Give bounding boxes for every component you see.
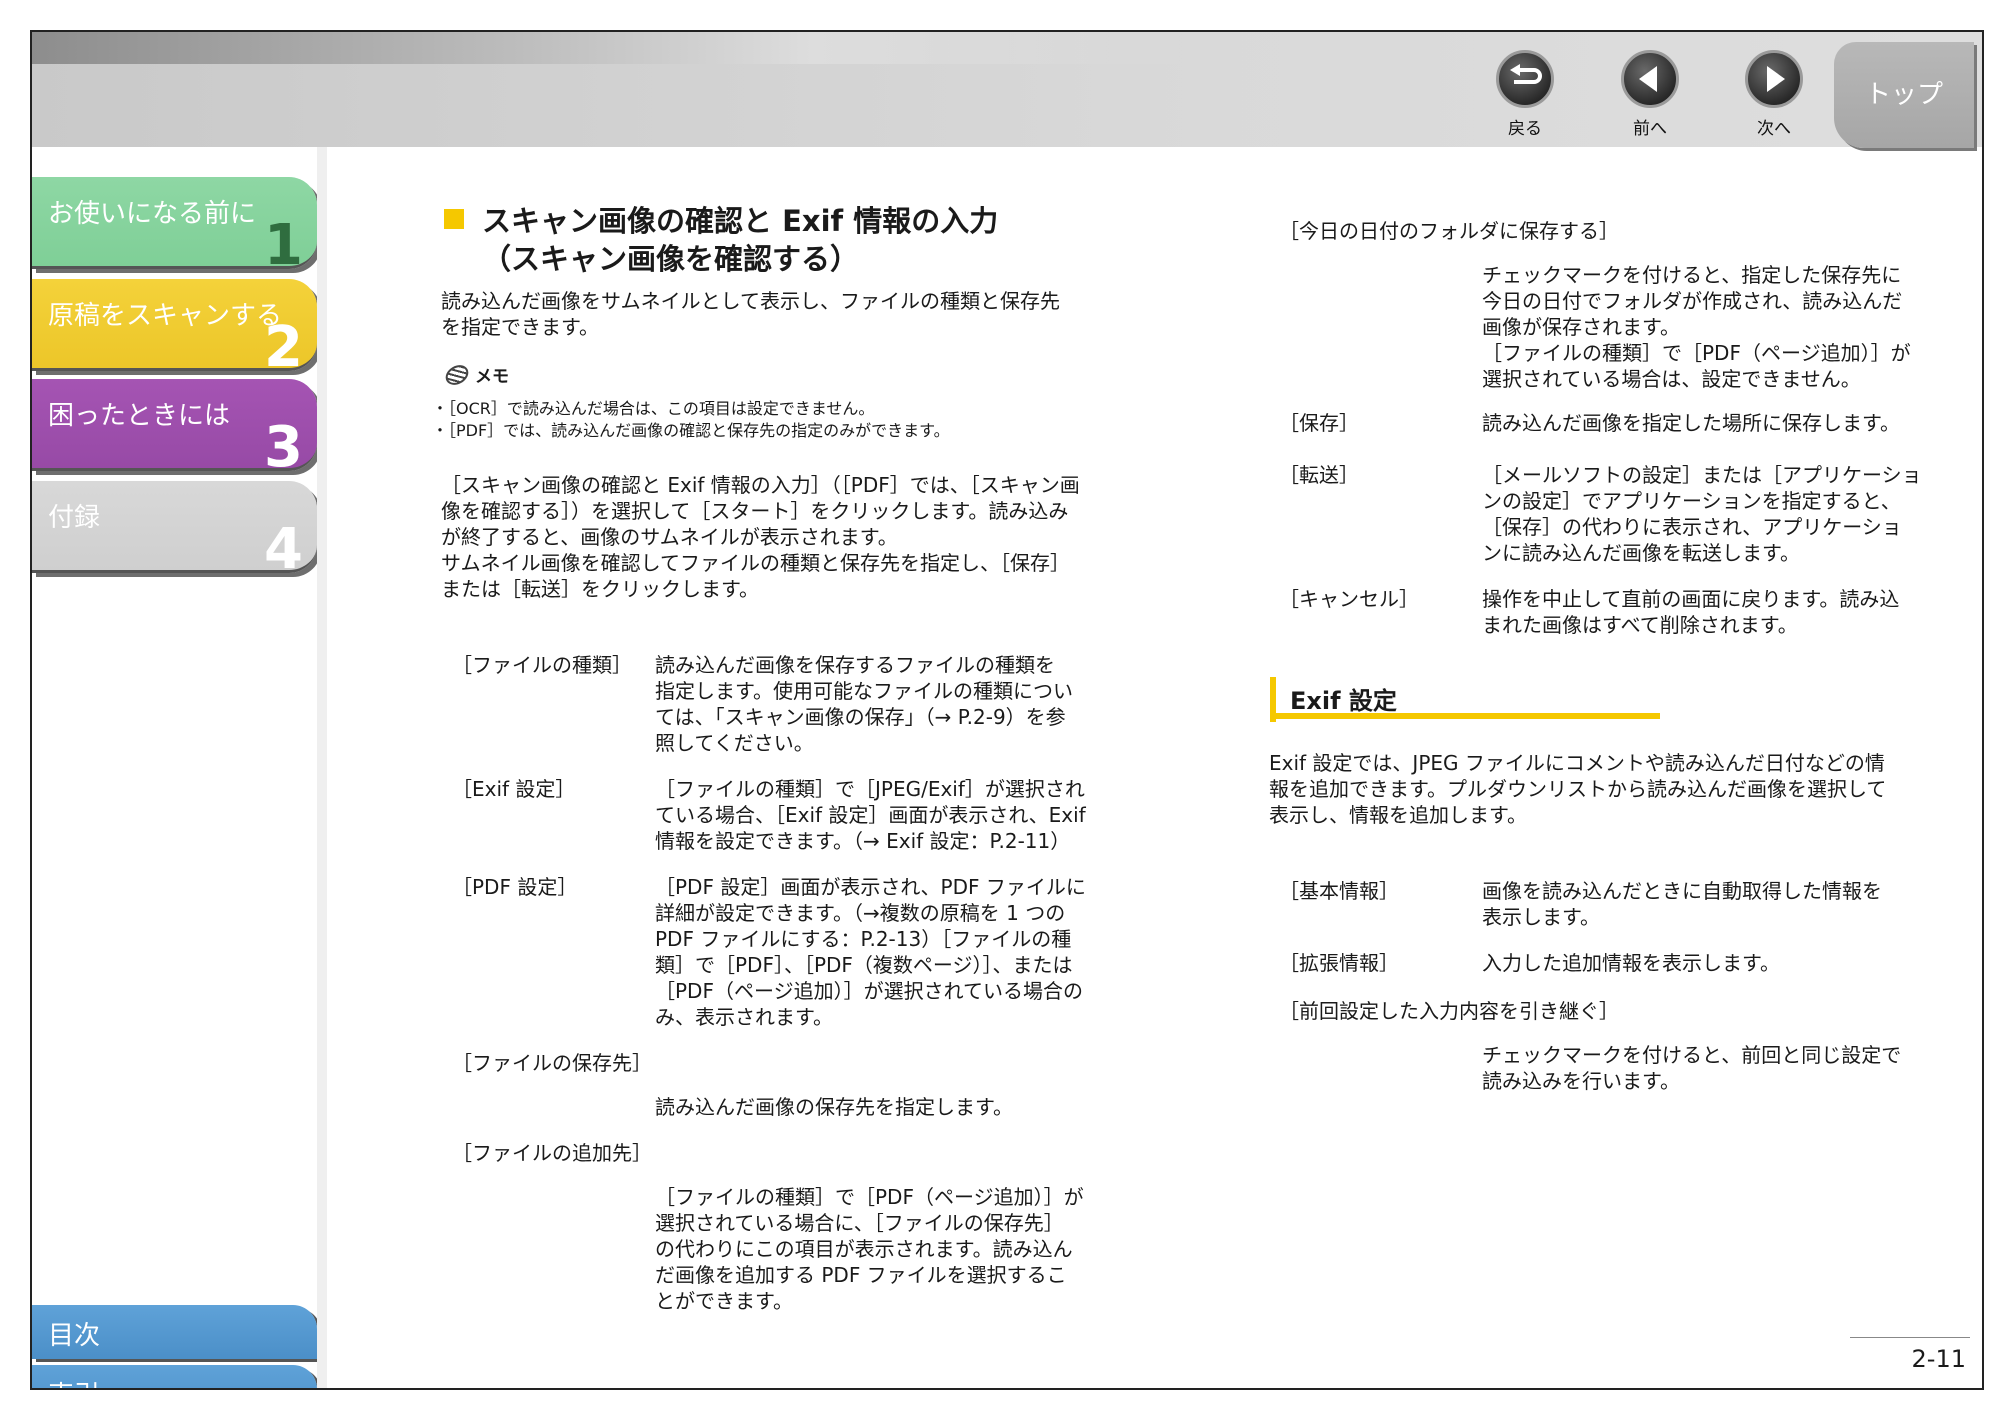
memo-item: ・［PDF］では、読み込んだ画像の確認と保存先の指定のみができます。: [432, 421, 950, 440]
term-desc: 操作を中止して直前の画面に戻ります。読み込 まれた画像はすべて削除されます。: [1482, 586, 1899, 638]
page-number-rule: [1850, 1337, 1970, 1338]
term-inherit-previous: ［前回設定した入力内容を引き継ぐ］: [1279, 999, 1619, 1023]
text-line: チェックマークを付けると、前回と同じ設定で: [1482, 1043, 1902, 1067]
term-save: ［保存］: [1279, 411, 1359, 435]
text-line: ［ファイルの種類］で［JPEG/Exif］が選択され: [655, 777, 1085, 801]
term-save-today-folder: ［今日の日付のフォルダに保存する］: [1279, 219, 1619, 243]
title-line-2: （スキャン画像を確認する）: [482, 242, 860, 276]
term-desc: 画像を読み込んだときに自動取得した情報を 表示します。: [1482, 878, 1882, 930]
text-line: 読み込みを行います。: [1482, 1069, 1680, 1093]
term-transfer: ［転送］: [1279, 463, 1359, 487]
text-line: 照してください。: [655, 731, 814, 755]
text-line: 情報を設定できます。（→ Exif 設定：P.2-11）: [655, 829, 1071, 853]
text-line: まれた画像はすべて削除されます。: [1482, 613, 1798, 637]
text-line: 操作を中止して直前の画面に戻ります。読み込: [1482, 587, 1900, 611]
text-line: ［メールソフトの設定］または［アプリケーショ: [1482, 463, 1922, 487]
text-line: 類］で［PDF］、［PDF（複数ページ）］、または: [655, 953, 1073, 977]
memo-heading: メモ: [442, 361, 509, 389]
title-line-1: スキャン画像の確認と Exif 情報の入力: [482, 204, 999, 238]
text-line: 読み込んだ画像を保存するファイルの種類を: [655, 653, 1055, 677]
yellow-square-icon: [444, 209, 464, 229]
memo-label: メモ: [475, 367, 509, 387]
text-line: ［ファイルの種類］で［PDF（ページ追加）］が: [1482, 341, 1911, 365]
memo-list: ・［OCR］で読み込んだ場合は、この項目は設定できません。 ・［PDF］では、読…: [432, 398, 950, 442]
section-title: スキャン画像の確認と Exif 情報の入力 （スキャン画像を確認する）: [444, 202, 998, 278]
text-line: Exif 設定では、JPEG ファイルにコメントや読み込んだ日付などの情: [1269, 751, 1885, 775]
term-extended-info: ［拡張情報］: [1279, 951, 1399, 975]
text-line: 表示します。: [1482, 905, 1600, 929]
pencil-icon: [442, 361, 472, 389]
term-desc: チェックマークを付けると、指定した保存先に 今日の日付でフォルダが作成され、読み…: [1482, 262, 1911, 392]
text-line: または［転送］をクリックします。: [441, 577, 759, 601]
term-basic-info: ［基本情報］: [1279, 879, 1399, 903]
text-line: 今日の日付でフォルダが作成され、読み込んだ: [1482, 289, 1903, 313]
text-line: とができます。: [655, 1289, 793, 1313]
text-line: サムネイル画像を確認してファイルの種類と保存先を指定し、［保存］: [441, 551, 1070, 575]
exif-paragraph: Exif 設定では、JPEG ファイルにコメントや読み込んだ日付などの情 報を追…: [1269, 750, 1886, 828]
text-line: が終了すると、画像のサムネイルが表示されます。: [441, 525, 898, 549]
text-line: 読み込んだ画像を指定した場所に保存します。: [1482, 411, 1900, 435]
text-line: ［ファイルの種類］で［PDF（ページ追加）］が: [655, 1185, 1084, 1209]
text-line: 読み込んだ画像をサムネイルとして表示し、ファイルの種類と保存先: [441, 289, 1060, 313]
text-line: 選択されている場合に、［ファイルの保存先］: [655, 1211, 1064, 1235]
intro-paragraph: 読み込んだ画像をサムネイルとして表示し、ファイルの種類と保存先 を指定できます。: [441, 288, 1060, 340]
text-line: 報を追加できます。プルダウンリストから読み込んだ画像を選択して: [1269, 777, 1887, 801]
text-line: ［保存］の代わりに表示され、アプリケーショ: [1482, 515, 1902, 539]
term-exif-settings: ［Exif 設定］: [452, 777, 576, 801]
text-line: を指定できます。: [441, 315, 599, 339]
text-line: み、表示されます。: [655, 1005, 833, 1029]
term-add-location: ［ファイルの追加先］: [452, 1141, 652, 1165]
exif-title-underline: [1270, 713, 1660, 719]
term-desc: 読み込んだ画像を指定した場所に保存します。: [1482, 410, 1900, 436]
body-paragraph: ［スキャン画像の確認と Exif 情報の入力］（［PDF］では、［スキャン画 像…: [441, 472, 1080, 602]
term-desc: ［ファイルの種類］で［JPEG/Exif］が選択され ている場合、［Exif 設…: [655, 776, 1086, 854]
page-frame: 戻る 前へ 次へ トップ お使いになる前に 1 原稿をスキャンする 2 困ったと…: [30, 30, 1984, 1390]
text-line: だ画像を追加する PDF ファイルを選択するこ: [655, 1263, 1067, 1287]
text-line: ［PDF 設定］画面が表示され、PDF ファイルに: [655, 875, 1086, 899]
text-line: 指定します。使用可能なファイルの種類につい: [655, 679, 1073, 703]
term-desc: 入力した追加情報を表示します。: [1482, 950, 1780, 976]
term-save-location: ［ファイルの保存先］: [452, 1051, 652, 1075]
term-desc: ［PDF 設定］画面が表示され、PDF ファイルに 詳細が設定できます。（→複数…: [655, 874, 1086, 1030]
text-line: 画像が保存されます。: [1482, 315, 1680, 339]
page-content: スキャン画像の確認と Exif 情報の入力 （スキャン画像を確認する） 読み込ん…: [32, 32, 1982, 1388]
text-line: 画像を読み込んだときに自動取得した情報を: [1482, 879, 1882, 903]
text-line: 入力した追加情報を表示します。: [1482, 951, 1780, 975]
text-line: ている場合、［Exif 設定］画面が表示され、Exif: [655, 803, 1086, 827]
text-line: の代わりにこの項目が表示されます。読み込ん: [655, 1237, 1073, 1261]
text-line: ［スキャン画像の確認と Exif 情報の入力］（［PDF］では、［スキャン画: [441, 473, 1080, 497]
text-line: チェックマークを付けると、指定した保存先に: [1482, 263, 1902, 287]
text-line: 像を確認する］）を選択して［スタート］をクリックします。読み込み: [441, 499, 1069, 523]
text-line: ては、「スキャン画像の保存」（→ P.2-9）を参: [655, 705, 1066, 729]
text-line: ンの設定］でアプリケーションを指定すると、: [1482, 489, 1901, 513]
term-desc: ［メールソフトの設定］または［アプリケーショ ンの設定］でアプリケーションを指定…: [1482, 462, 1922, 566]
term-pdf-settings: ［PDF 設定］: [452, 875, 578, 899]
text-line: ンに読み込んだ画像を転送します。: [1482, 541, 1800, 565]
term-desc: 読み込んだ画像の保存先を指定します。: [655, 1094, 1013, 1120]
memo-item: ・［OCR］で読み込んだ場合は、この項目は設定できません。: [432, 399, 875, 418]
text-line: 読み込んだ画像の保存先を指定します。: [655, 1095, 1013, 1119]
text-line: ［PDF（ページ追加）］が選択されている場合の: [655, 979, 1083, 1003]
term-desc: 読み込んだ画像を保存するファイルの種類を 指定します。使用可能なファイルの種類に…: [655, 652, 1073, 756]
page-number: 2-11: [1911, 1345, 1966, 1373]
text-line: 選択されている場合は、設定できません。: [1482, 367, 1861, 391]
term-desc: チェックマークを付けると、前回と同じ設定で 読み込みを行います。: [1482, 1042, 1901, 1094]
term-desc: ［ファイルの種類］で［PDF（ページ追加）］が 選択されている場合に、［ファイル…: [655, 1184, 1084, 1314]
term-cancel: ［キャンセル］: [1279, 587, 1419, 611]
text-line: 表示し、情報を追加します。: [1269, 803, 1527, 827]
text-line: PDF ファイルにする：P.2-13）［ファイルの種: [655, 927, 1072, 951]
text-line: 詳細が設定できます。（→複数の原稿を 1 つの: [655, 901, 1066, 925]
term-file-type: ［ファイルの種類］: [452, 653, 632, 677]
